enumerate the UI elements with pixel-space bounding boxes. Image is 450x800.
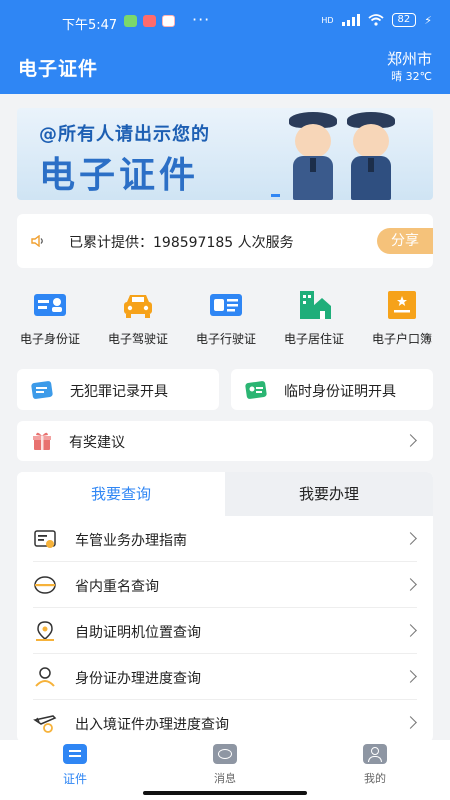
- status-right: HD 82 ⚡: [321, 13, 432, 27]
- page-title: 电子证件: [18, 58, 99, 80]
- wifi-icon: [367, 14, 384, 26]
- record-icon: [31, 381, 53, 399]
- officer-illustration: [343, 112, 399, 200]
- doc-label: 电子驾驶证: [107, 332, 168, 346]
- duplicate-name-icon: [34, 576, 56, 594]
- suggestion-label: 有奖建议: [69, 435, 125, 451]
- nav-label: 消息: [214, 772, 236, 785]
- promo-banner[interactable]: @所有人请出示您的 电子证件: [17, 108, 433, 200]
- doc-id-card[interactable]: 电子身份证: [6, 290, 94, 347]
- speaker-icon: [31, 235, 43, 247]
- no-criminal-record-card[interactable]: 无犯罪记录开具: [17, 369, 219, 410]
- suggestion-row[interactable]: 有奖建议: [17, 421, 433, 461]
- doc-household-book[interactable]: 电子户口簿: [358, 290, 446, 347]
- person-icon: [35, 667, 55, 687]
- share-button[interactable]: 分享: [377, 228, 433, 254]
- temp-id-card[interactable]: 临时身份证明开具: [231, 369, 433, 410]
- list-item-label: 车管业务办理指南: [75, 533, 187, 549]
- car-icon: [121, 290, 155, 320]
- city-selector[interactable]: 郑州市: [387, 48, 432, 69]
- message-nav-icon: [213, 744, 237, 764]
- list-item-label: 省内重名查询: [75, 579, 159, 595]
- list-item-id-progress[interactable]: 身份证办理进度查询: [17, 654, 433, 700]
- temp-id-icon: [245, 381, 267, 399]
- chevron-right-icon: [404, 434, 417, 447]
- app-icon: [143, 15, 156, 27]
- chevron-right-icon: [404, 624, 417, 637]
- location-icon: [36, 621, 54, 641]
- status-bar: 下午5:47 ··· HD 82 ⚡: [0, 0, 450, 42]
- list-item-label: 出入境证件办理进度查询: [75, 717, 229, 733]
- signal-icon: [341, 14, 360, 26]
- doc-driving-license[interactable]: 电子驾驶证: [94, 290, 182, 347]
- doc-label: 电子居住证: [283, 332, 344, 346]
- weather-info: 晴 32℃: [391, 70, 432, 83]
- list-item-label: 身份证办理进度查询: [75, 671, 201, 687]
- tab-handle[interactable]: 我要办理: [225, 472, 433, 516]
- list-item-exit-entry-progress[interactable]: 出入境证件办理进度查询: [17, 700, 433, 742]
- weibo-icon: [162, 15, 175, 27]
- doc-vehicle-license[interactable]: 电子行驶证: [182, 290, 270, 347]
- nav-documents[interactable]: 证件: [35, 744, 115, 787]
- gift-icon: [33, 432, 51, 450]
- charging-icon: ⚡: [424, 13, 432, 27]
- nav-label: 证件: [62, 772, 87, 786]
- profile-nav-icon: [363, 744, 387, 764]
- notification-icons: [124, 15, 175, 27]
- nav-messages[interactable]: 消息: [185, 744, 265, 786]
- doc-label: 电子身份证: [19, 332, 80, 346]
- officer-illustration: [285, 112, 341, 200]
- guide-icon: [34, 530, 56, 548]
- banner-line2: 电子证件: [39, 155, 200, 196]
- carousel-indicator: [271, 194, 280, 197]
- household-book-icon: [385, 290, 419, 320]
- list-item-label: 自助证明机位置查询: [75, 625, 201, 641]
- more-dots: ···: [192, 10, 211, 29]
- nav-profile[interactable]: 我的: [335, 744, 415, 786]
- service-panel: 我要查询 我要办理 车管业务办理指南 省内重名查询 自助证明机位置查询 身份证办…: [17, 472, 433, 742]
- plane-icon: [33, 715, 57, 733]
- chevron-right-icon: [404, 670, 417, 683]
- card-nav-icon: [63, 744, 87, 764]
- list-item-vehicle-guide[interactable]: 车管业务办理指南: [17, 516, 433, 562]
- banner-line1: @所有人请出示您的: [39, 124, 210, 145]
- doc-label: 电子行驶证: [195, 332, 256, 346]
- card-label: 无犯罪记录开具: [70, 384, 168, 400]
- chevron-right-icon: [404, 578, 417, 591]
- status-time: 下午5:47: [62, 18, 118, 33]
- service-count-bar: 已累计提供：198597185 人次服务 分享: [17, 214, 433, 268]
- service-count-text: 已累计提供：198597185 人次服务: [69, 235, 294, 251]
- residence-icon: [297, 290, 331, 320]
- app-header: 电子证件 郑州市 晴 32℃: [0, 42, 450, 94]
- list-item-machine-location[interactable]: 自助证明机位置查询: [17, 608, 433, 654]
- network-type: HD: [321, 15, 334, 25]
- nav-label: 我的: [364, 772, 386, 785]
- doc-label: 电子户口簿: [371, 332, 432, 346]
- tab-query[interactable]: 我要查询: [17, 472, 225, 516]
- doc-residence-permit[interactable]: 电子居住证: [270, 290, 358, 347]
- home-indicator[interactable]: [143, 791, 307, 795]
- chevron-right-icon: [404, 532, 417, 545]
- battery-icon: 82: [391, 13, 417, 27]
- document-shortcuts: 电子身份证 电子驾驶证 电子行驶证 电子居住证 电子户口簿: [0, 290, 450, 350]
- vehicle-license-icon: [209, 290, 243, 320]
- card-label: 临时身份证明开具: [284, 384, 396, 400]
- id-card-icon: [33, 290, 67, 320]
- list-item-duplicate-name[interactable]: 省内重名查询: [17, 562, 433, 608]
- wechat-icon: [124, 15, 137, 27]
- chevron-right-icon: [404, 716, 417, 729]
